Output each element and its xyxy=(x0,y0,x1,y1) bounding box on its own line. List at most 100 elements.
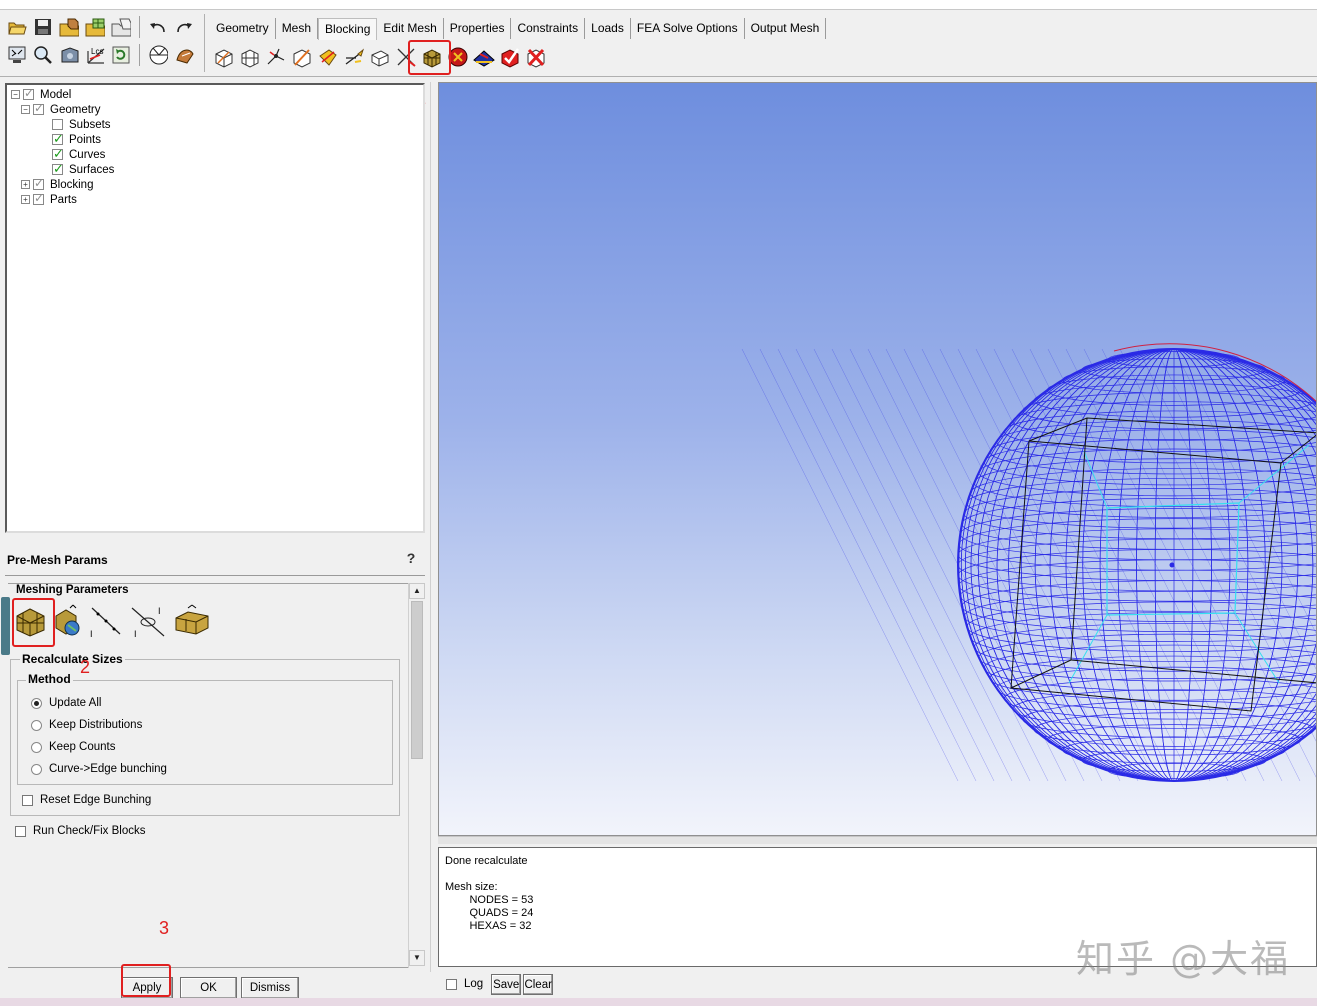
toolbar-divider xyxy=(0,76,1317,77)
tree-checkbox[interactable] xyxy=(33,191,44,205)
panel-splitter[interactable] xyxy=(430,82,436,972)
radio-keep-counts[interactable]: Keep Counts xyxy=(31,741,116,753)
close-icon[interactable] xyxy=(110,16,132,38)
log-label: Log xyxy=(464,978,484,990)
open-geometry-icon[interactable] xyxy=(58,16,80,38)
scroll-up-icon[interactable]: ▲ xyxy=(409,583,425,599)
side-grip-icon[interactable] xyxy=(1,597,10,655)
refresh-icon[interactable] xyxy=(110,44,132,66)
checkbox[interactable] xyxy=(22,794,33,806)
tree-item-geometry[interactable]: − Geometry xyxy=(21,101,101,117)
tree-item-parts[interactable]: + Parts xyxy=(21,191,77,207)
tab-blocking[interactable]: Blocking xyxy=(318,18,378,40)
save-geometry-icon[interactable] xyxy=(84,16,106,38)
surface-mesh-params-icon[interactable] xyxy=(54,604,84,638)
move-vertex-icon[interactable] xyxy=(342,45,366,69)
tree-item-blocking[interactable]: + Blocking xyxy=(21,176,94,192)
main-toolbar: Lcs xyxy=(6,14,202,72)
tree-item-surfaces[interactable]: Surfaces xyxy=(52,161,114,177)
associate-icon[interactable] xyxy=(316,45,340,69)
radio-curve-edge-bunching[interactable]: Curve->Edge bunching xyxy=(31,763,167,775)
lcs-icon[interactable]: Lcs xyxy=(84,44,106,66)
message-line xyxy=(445,868,1310,881)
tab-fea-solve-options[interactable]: FEA Solve Options xyxy=(631,18,745,39)
log-checkbox[interactable] xyxy=(446,978,457,990)
tab-edit-mesh[interactable]: Edit Mesh xyxy=(377,18,444,39)
scroll-thumb[interactable] xyxy=(411,601,423,759)
create-block-icon[interactable] xyxy=(212,45,236,69)
tab-properties[interactable]: Properties xyxy=(444,18,512,39)
surface-icon[interactable] xyxy=(173,44,195,66)
split-block-icon[interactable] xyxy=(238,45,262,69)
divider xyxy=(5,575,425,576)
method-label: Method xyxy=(26,672,73,686)
open-folder-icon[interactable] xyxy=(6,16,28,38)
tab-output-mesh[interactable]: Output Mesh xyxy=(745,18,827,39)
edit-block-icon[interactable] xyxy=(290,45,314,69)
tree-item-curves[interactable]: Curves xyxy=(52,146,105,162)
block-mesh-params-icon[interactable] xyxy=(174,604,210,638)
scroll-down-icon[interactable]: ▼ xyxy=(409,950,425,966)
dismiss-button[interactable]: Dismiss xyxy=(241,977,299,999)
tree-checkbox[interactable] xyxy=(52,119,63,130)
ok-button[interactable]: OK xyxy=(180,977,237,999)
radio-button[interactable] xyxy=(31,763,42,775)
params-scrollbar[interactable]: ▲ ▼ xyxy=(408,583,425,968)
fit-view-icon[interactable] xyxy=(6,44,28,66)
message-controls: Log Save Clear xyxy=(438,972,554,996)
help-icon[interactable]: ? xyxy=(402,550,420,568)
tree-label: Points xyxy=(69,133,101,146)
tree-checkbox[interactable] xyxy=(52,161,64,177)
annotation-box-3 xyxy=(121,964,171,997)
transform-block-icon[interactable] xyxy=(368,45,392,69)
merge-vertices-icon[interactable] xyxy=(264,45,288,69)
tree-checkbox[interactable] xyxy=(33,101,44,115)
radio-update-all[interactable]: Update All xyxy=(31,697,101,709)
clear-log-button[interactable]: Clear xyxy=(523,973,554,995)
meshing-parameters-label: Meshing Parameters xyxy=(16,584,129,596)
tab-loads[interactable]: Loads xyxy=(585,18,631,39)
radio-label: Update All xyxy=(49,697,102,709)
save-icon[interactable] xyxy=(32,16,54,38)
tree-item-subsets[interactable]: Subsets xyxy=(52,117,111,132)
checkbox[interactable] xyxy=(15,825,26,837)
graphics-viewport[interactable] xyxy=(438,82,1317,836)
message-line: Mesh size: xyxy=(445,881,498,893)
watermark-text: 知乎 @大福 xyxy=(1076,937,1291,981)
tab-mesh[interactable]: Mesh xyxy=(276,18,319,39)
zoom-icon[interactable] xyxy=(32,44,54,66)
tree-label: Blocking xyxy=(50,178,94,191)
tree-item-points[interactable]: Points xyxy=(52,131,101,147)
collapse-icon[interactable]: − xyxy=(11,90,20,99)
panel-title: Pre-Mesh Params xyxy=(7,553,108,567)
measure-icon[interactable] xyxy=(147,44,169,66)
edge-length-params-icon[interactable]: II xyxy=(130,604,168,639)
tree-checkbox[interactable] xyxy=(23,86,34,100)
expand-icon[interactable]: + xyxy=(21,195,30,204)
tree-item-model[interactable]: − Model xyxy=(11,86,71,102)
radio-button[interactable] xyxy=(31,741,42,753)
tree-checkbox[interactable] xyxy=(52,146,64,162)
delete-block-icon[interactable] xyxy=(524,45,548,69)
view-icon[interactable] xyxy=(58,44,80,66)
tab-geometry[interactable]: Geometry xyxy=(210,18,276,39)
radio-button[interactable] xyxy=(31,697,42,709)
save-log-button[interactable]: Save xyxy=(491,973,522,995)
pre-mesh-smooth-icon[interactable] xyxy=(472,45,496,69)
title-strip xyxy=(0,0,1317,10)
annotation-number-2: 2 xyxy=(80,657,91,677)
collapse-icon[interactable]: − xyxy=(21,105,30,114)
tree-checkbox[interactable] xyxy=(52,131,64,147)
edge-mesh-params-icon[interactable]: I xyxy=(90,604,124,639)
reset-edge-bunching-checkbox[interactable]: Reset Edge Bunching xyxy=(22,794,151,806)
tree-label: Subsets xyxy=(69,118,111,131)
tree-checkbox[interactable] xyxy=(33,176,44,190)
undo-icon[interactable] xyxy=(147,16,169,38)
radio-button[interactable] xyxy=(31,719,42,731)
expand-icon[interactable]: + xyxy=(21,180,30,189)
check-blocks-icon[interactable] xyxy=(498,45,522,69)
redo-icon[interactable] xyxy=(173,16,195,38)
run-check-fix-blocks-checkbox[interactable]: Run Check/Fix Blocks xyxy=(15,825,145,837)
radio-keep-distributions[interactable]: Keep Distributions xyxy=(31,719,142,731)
tab-constraints[interactable]: Constraints xyxy=(511,18,586,39)
